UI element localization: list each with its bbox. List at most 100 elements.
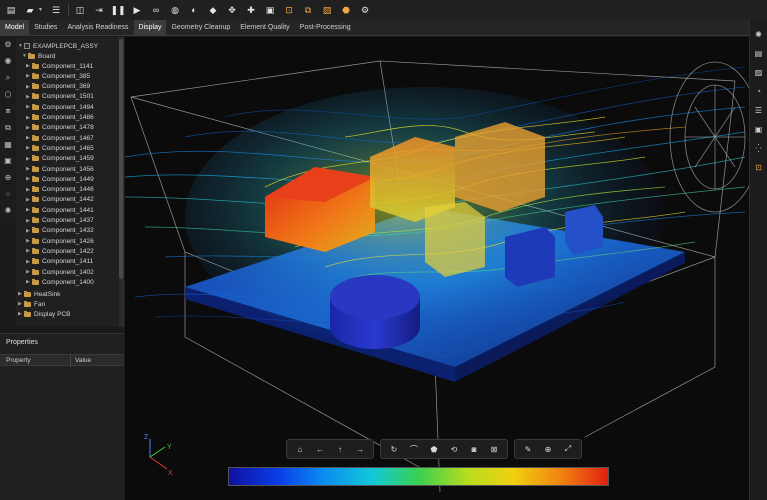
document-icon[interactable]: ▤ — [753, 47, 765, 59]
column-divider[interactable] — [70, 355, 71, 367]
column-header-value[interactable]: Value — [75, 357, 91, 364]
rotate-icon[interactable]: ↻ — [387, 442, 401, 456]
tab-element-quality[interactable]: Element Quality — [235, 20, 294, 35]
capacitor-cylinder — [330, 275, 420, 349]
cube-view-icon[interactable]: ⬡ — [2, 89, 14, 100]
tree-node-component[interactable]: ▶ Component_1486 — [26, 113, 94, 123]
tree-node-heatsink[interactable]: ▶ HeatSink — [18, 289, 60, 299]
target-icon[interactable]: ⊡ — [753, 161, 765, 173]
arrow-up-icon[interactable]: ↑ — [333, 442, 347, 456]
tree-node-component[interactable]: ▶ Component_369 — [26, 82, 90, 92]
tree-node-component[interactable]: ▶ Component_1456 — [26, 164, 94, 174]
tab-model[interactable]: Model — [0, 20, 30, 35]
orbit-icon[interactable]: ⌒ — [407, 442, 421, 456]
fit-view-icon[interactable]: ⤢ — [561, 442, 575, 456]
settings-sphere-icon[interactable]: ⚙ — [358, 3, 372, 17]
zoom-icon[interactable]: ⌕ — [2, 72, 14, 83]
mesh-sphere-icon[interactable]: ◍ — [168, 3, 182, 17]
open-folder-icon[interactable]: ▰ — [23, 3, 37, 17]
tree-node-component[interactable]: ▶ Component_1446 — [26, 185, 94, 195]
tree-node-component[interactable]: ▶ Component_1442 — [26, 195, 94, 205]
export-icon[interactable]: ⇥ — [92, 3, 106, 17]
home-icon[interactable]: ⌂ — [293, 442, 307, 456]
camera-icon[interactable]: ◙ — [467, 442, 481, 456]
magnify-icon[interactable]: ⊕ — [2, 172, 14, 183]
split-view-icon[interactable]: ◫ — [73, 3, 87, 17]
section-icon[interactable]: ⊠ — [487, 442, 501, 456]
tab-studies[interactable]: Studies — [29, 20, 62, 35]
tree-node-component[interactable]: ▶ Component_1422 — [26, 246, 94, 256]
column-header-property[interactable]: Property — [6, 357, 31, 364]
tree-node-component[interactable]: ▶ Component_1437 — [26, 216, 94, 226]
sphere-split-icon[interactable]: ◐ — [187, 3, 201, 17]
tree-node-component[interactable]: ▶ Component_1141 — [26, 61, 93, 71]
tree-node-component[interactable]: ▶ Component_1465 — [26, 143, 94, 153]
link-icon[interactable]: ∞ — [149, 3, 163, 17]
tab-display[interactable]: Display — [133, 20, 167, 35]
gear-sphere-icon[interactable]: ✺ — [2, 205, 14, 216]
tree-node-component[interactable]: ▶ Component_1400 — [26, 277, 94, 287]
scatter-icon[interactable]: ⁛ — [753, 142, 765, 154]
tree-node-component[interactable]: ▶ Component_1411 — [26, 257, 93, 267]
shield-icon[interactable]: ⬟ — [427, 442, 441, 456]
shape-icon[interactable]: ◉ — [2, 56, 14, 67]
tree-node-display-pcb[interactable]: ▶ Display PCB — [18, 309, 70, 319]
view-tools-group: ↻ ⌒ ⬟ ⟲ ◙ ⊠ — [380, 439, 508, 459]
tree-node-component[interactable]: ▶ Component_1441 — [26, 205, 94, 215]
tree-node-component[interactable]: ▶ Component_1494 — [26, 102, 94, 112]
tab-analysis-readiness[interactable]: Analysis Readiness — [62, 20, 133, 35]
chevron-down-icon[interactable]: ▼ — [38, 7, 44, 13]
tree-node-component[interactable]: ▶ Component_1501 — [26, 92, 94, 102]
tree-node-fan[interactable]: ▶ Fan — [18, 299, 45, 309]
view-toolbar: ⌂ ← ↑ → ↻ ⌒ ⬟ ⟲ ◙ ⊠ ✎ ⊕ ⤢ — [286, 439, 588, 459]
edit-icon[interactable]: ✎ — [521, 442, 535, 456]
zoom-in-icon[interactable]: ⊕ — [541, 442, 555, 456]
tree-scrollbar[interactable] — [119, 37, 123, 327]
color-legend-bar — [228, 467, 609, 486]
list-icon[interactable]: ☰ — [753, 104, 765, 116]
tree-node-component[interactable]: ▶ Component_1467 — [26, 133, 94, 143]
tree-node-component[interactable]: ▶ Component_1459 — [26, 154, 94, 164]
tree-node-board[interactable]: ▼ Board — [22, 51, 55, 61]
tree-node-component[interactable]: ▶ Component_1449 — [26, 174, 94, 184]
highlight-box-icon[interactable]: ▨ — [320, 3, 334, 17]
play-icon[interactable]: ▶ — [130, 3, 144, 17]
chart-icon[interactable]: ▨ — [753, 66, 765, 78]
box-icon[interactable]: ⧈ — [2, 106, 14, 117]
layers-icon[interactable]: ⧉ — [2, 122, 14, 133]
tree-node-label: HeatSink — [34, 290, 61, 298]
transform-icon[interactable]: ✚ — [244, 3, 258, 17]
target-box-icon[interactable]: ⊡ — [282, 3, 296, 17]
frame-icon[interactable]: ▣ — [2, 155, 14, 166]
tree-node-component[interactable]: ▶ Component_1402 — [26, 267, 94, 277]
box-select-icon[interactable]: ▣ — [263, 3, 277, 17]
pause-icon[interactable]: ❚❚ — [110, 3, 125, 17]
settings-icon[interactable]: ⚙ — [2, 39, 14, 50]
refresh-icon[interactable]: ⟲ — [447, 442, 461, 456]
scrollbar-thumb[interactable] — [119, 39, 123, 279]
move-icon[interactable]: ✥ — [225, 3, 239, 17]
tab-post-processing[interactable]: Post-Processing — [295, 20, 356, 35]
tree-node-label: Component_1446 — [42, 186, 94, 194]
tree-node-component[interactable]: ▶ Component_1478 — [26, 123, 94, 133]
sphere-settings-icon[interactable]: ✺ — [753, 28, 765, 40]
tree-node-component[interactable]: ▶ Component_1432 — [26, 226, 94, 236]
new-file-icon[interactable]: ▤ — [4, 3, 18, 17]
component-icon[interactable]: ⬣ — [339, 3, 353, 17]
tree-node-label: Component_1459 — [42, 155, 94, 163]
gauge-icon[interactable]: ◔ — [753, 85, 765, 97]
tree-node-component[interactable]: ▶ Component_1426 — [26, 236, 94, 246]
scatter-icon[interactable]: ⁘ — [2, 189, 14, 200]
arrow-left-icon[interactable]: ← — [313, 442, 327, 456]
tree-node-component[interactable]: ▶ Component_385 — [26, 71, 90, 81]
bounding-box-icon[interactable]: ⧉ — [301, 3, 315, 17]
image-icon[interactable]: ▣ — [753, 123, 765, 135]
menu-icon[interactable]: ☰ — [49, 3, 63, 17]
3d-viewport[interactable]: Z Y X — [125, 37, 749, 500]
checkbox[interactable] — [24, 43, 30, 49]
grid-icon[interactable]: ▦ — [2, 139, 14, 150]
tab-geometry-cleanup[interactable]: Geometry Cleanup — [166, 20, 235, 35]
arrow-right-icon[interactable]: → — [353, 442, 367, 456]
tree-root[interactable]: ▼ EXAMPLEPCB_ASSY — [18, 41, 98, 51]
cube-icon[interactable]: ◆ — [206, 3, 220, 17]
